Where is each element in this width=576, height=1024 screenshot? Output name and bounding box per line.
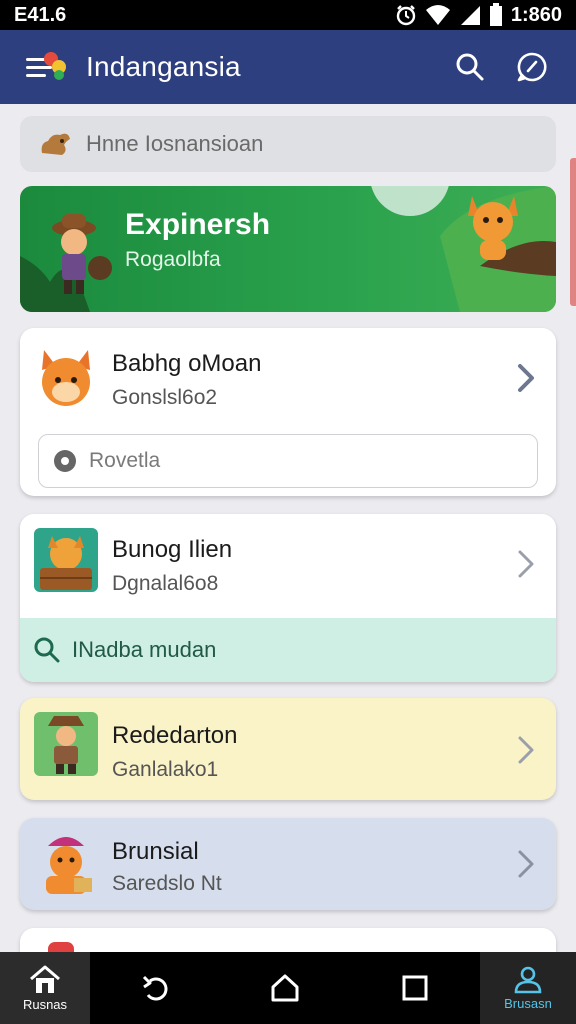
chat-bubble-icon [517, 52, 547, 82]
chevron-right-icon[interactable] [512, 734, 540, 766]
explorer-character-icon [52, 214, 112, 294]
home-outline-icon [271, 974, 299, 1002]
chevron-right-icon[interactable] [512, 548, 540, 580]
card-action-strip[interactable]: INadba mudan [20, 618, 556, 682]
menu-icon[interactable] [20, 50, 68, 84]
wifi-icon [425, 5, 450, 25]
fox-avatar-icon [42, 350, 90, 406]
card-subtitle: Gonslsl6o2 [112, 386, 218, 409]
banner-title: Expinersh [125, 208, 271, 241]
card-input-text: Rovetla [89, 449, 161, 472]
status-bar: E41.6 1:860 [0, 0, 576, 30]
battery-icon [489, 3, 502, 26]
list-card[interactable]: Babhg oMoan Gonslsl6o2 Rovetla [20, 328, 556, 496]
nav-home-label: Rusnas [22, 996, 68, 1012]
square-icon [402, 975, 428, 1001]
search-field[interactable]: Hnne Iosnansioan [20, 116, 556, 172]
status-icons: 1:860 [395, 3, 562, 27]
card-subtitle: Dgnalal6o8 [112, 572, 219, 595]
circle-icon [54, 450, 76, 472]
nav-back-button[interactable] [90, 952, 220, 1024]
fox-mascot-icon [468, 196, 518, 260]
fox-hat-avatar-icon [46, 837, 92, 894]
house-icon [30, 965, 60, 993]
nav-profile-label: Brusasn [504, 995, 552, 1011]
search-text: Hnne Iosnansioan [86, 131, 264, 156]
card-title: Rededarton [112, 722, 238, 749]
list-card[interactable]: Rededarton Ganlalako1 [20, 698, 556, 800]
list-card[interactable]: Bunog Ilien Dgnalal6o8 INadba mudan [20, 514, 556, 682]
card-subtitle: Ganlalako1 [112, 758, 219, 781]
fox-crate-avatar-icon [34, 528, 98, 592]
signal-icon [460, 6, 480, 25]
search-icon [456, 53, 484, 81]
back-arrow-icon [142, 975, 168, 1001]
card-subtitle: Saredslo Nt [112, 872, 222, 895]
person-icon [514, 966, 542, 993]
card-title: Brunsial [112, 838, 199, 865]
scroll-indicator [570, 158, 576, 306]
status-time-right: 1:860 [510, 3, 562, 26]
nav-home-button[interactable] [220, 952, 350, 1024]
explorer-avatar-icon [34, 712, 98, 776]
card-input-field[interactable]: Rovetla [38, 434, 538, 488]
chevron-right-icon[interactable] [512, 848, 540, 880]
list-card[interactable]: Brunsial Saredslo Nt [20, 818, 556, 910]
card-action-text: INadba mudan [72, 637, 217, 662]
search-icon [34, 637, 60, 663]
squirrel-icon [41, 133, 70, 155]
nav-home-tab[interactable]: Rusnas [0, 952, 90, 1024]
chevron-right-icon[interactable] [512, 362, 540, 394]
chat-button[interactable] [508, 43, 556, 91]
card-title: Bunog Ilien [112, 536, 233, 563]
app-bar: Indangansia [0, 30, 576, 104]
card-title: Babhg oMoan [112, 350, 262, 377]
bottom-nav-bar: Rusnas Brusasn [0, 952, 576, 1024]
search-button[interactable] [446, 43, 494, 91]
featured-banner[interactable]: Expinersh Rogaolbfa [20, 186, 556, 312]
status-time-left: E41.6 [14, 3, 67, 26]
app-title: Indangansia [86, 51, 241, 82]
nav-profile-tab[interactable]: Brusasn [480, 952, 576, 1024]
banner-subtitle: Rogaolbfa [125, 248, 221, 271]
nav-recents-button[interactable] [350, 952, 480, 1024]
alarm-icon [396, 5, 416, 26]
